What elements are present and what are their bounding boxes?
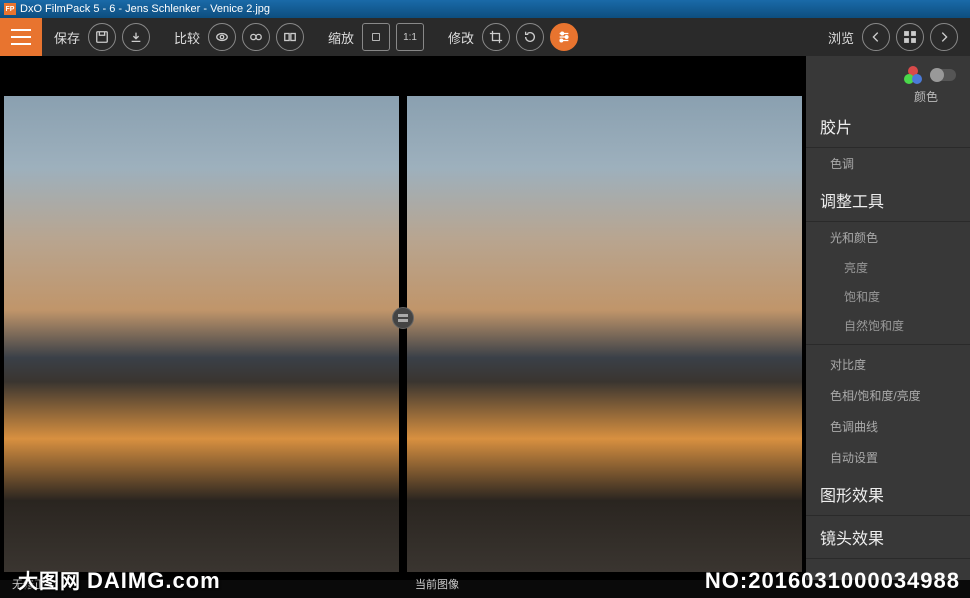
- modify-label: 修改: [448, 28, 474, 47]
- subsection-contrast[interactable]: 对比度: [806, 349, 970, 380]
- menu-button[interactable]: [0, 18, 42, 56]
- grid-button[interactable]: [896, 23, 924, 51]
- main-area: 无修正 当前图像 颜色 胶片 色调 调整工具 光和颜色 亮度 饱和度 自然饱和度…: [0, 56, 970, 580]
- save-button[interactable]: [88, 23, 116, 51]
- current-pane: 当前图像: [403, 56, 806, 580]
- image-viewer: 无修正 当前图像: [0, 56, 806, 580]
- panel-toggle[interactable]: [930, 69, 956, 81]
- section-film[interactable]: 胶片: [806, 105, 970, 148]
- crop-button[interactable]: [482, 23, 510, 51]
- save-label: 保存: [54, 28, 80, 47]
- subsection-hsl[interactable]: 色相/饱和度/亮度: [806, 380, 970, 411]
- zoom-label: 缩放: [328, 28, 354, 47]
- compare-label: 比较: [174, 28, 200, 47]
- window-title: DxO FilmPack 5 - 6 - Jens Schlenker - Ve…: [20, 3, 270, 15]
- main-toolbar: 保存 比较 缩放 1:1 修改: [0, 18, 970, 56]
- app-favicon: FP: [4, 3, 16, 15]
- split-vertical-button[interactable]: [276, 23, 304, 51]
- control-saturation[interactable]: 饱和度: [806, 282, 970, 311]
- subsection-curves[interactable]: 色调曲线: [806, 411, 970, 442]
- color-icon: [904, 66, 922, 84]
- subsection-tone[interactable]: 色调: [806, 148, 970, 179]
- section-adjust[interactable]: 调整工具: [806, 179, 970, 222]
- export-button[interactable]: [122, 23, 150, 51]
- prev-button[interactable]: [862, 23, 890, 51]
- current-image[interactable]: [407, 96, 802, 572]
- control-brightness[interactable]: 亮度: [806, 253, 970, 282]
- subsection-auto[interactable]: 自动设置: [806, 442, 970, 473]
- watermark-right: NO:2016031000034988: [705, 568, 960, 594]
- zoom-fit-button[interactable]: [362, 23, 390, 51]
- window-titlebar: FP DxO FilmPack 5 - 6 - Jens Schlenker -…: [0, 0, 970, 18]
- section-graphic[interactable]: 图形效果: [806, 473, 970, 516]
- panel-header: [806, 56, 970, 88]
- adjustments-button[interactable]: [550, 23, 578, 51]
- preview-button[interactable]: [208, 23, 236, 51]
- right-panel: 颜色 胶片 色调 调整工具 光和颜色 亮度 饱和度 自然饱和度 对比度 色相/饱…: [806, 56, 970, 580]
- zoom-1to1-button[interactable]: 1:1: [396, 23, 424, 51]
- split-handle[interactable]: [392, 307, 414, 329]
- split-horizontal-button[interactable]: [242, 23, 270, 51]
- section-lens[interactable]: 镜头效果: [806, 516, 970, 559]
- rotate-button[interactable]: [516, 23, 544, 51]
- next-button[interactable]: [930, 23, 958, 51]
- original-pane: 无修正: [0, 56, 403, 580]
- original-image[interactable]: [4, 96, 399, 572]
- subsection-light-color[interactable]: 光和颜色: [806, 222, 970, 253]
- panel-head-label: 颜色: [806, 88, 970, 105]
- control-vibrance[interactable]: 自然饱和度: [806, 311, 970, 340]
- browse-label: 浏览: [828, 28, 854, 47]
- watermark-left: 大图网 DAIMG.com: [18, 565, 221, 594]
